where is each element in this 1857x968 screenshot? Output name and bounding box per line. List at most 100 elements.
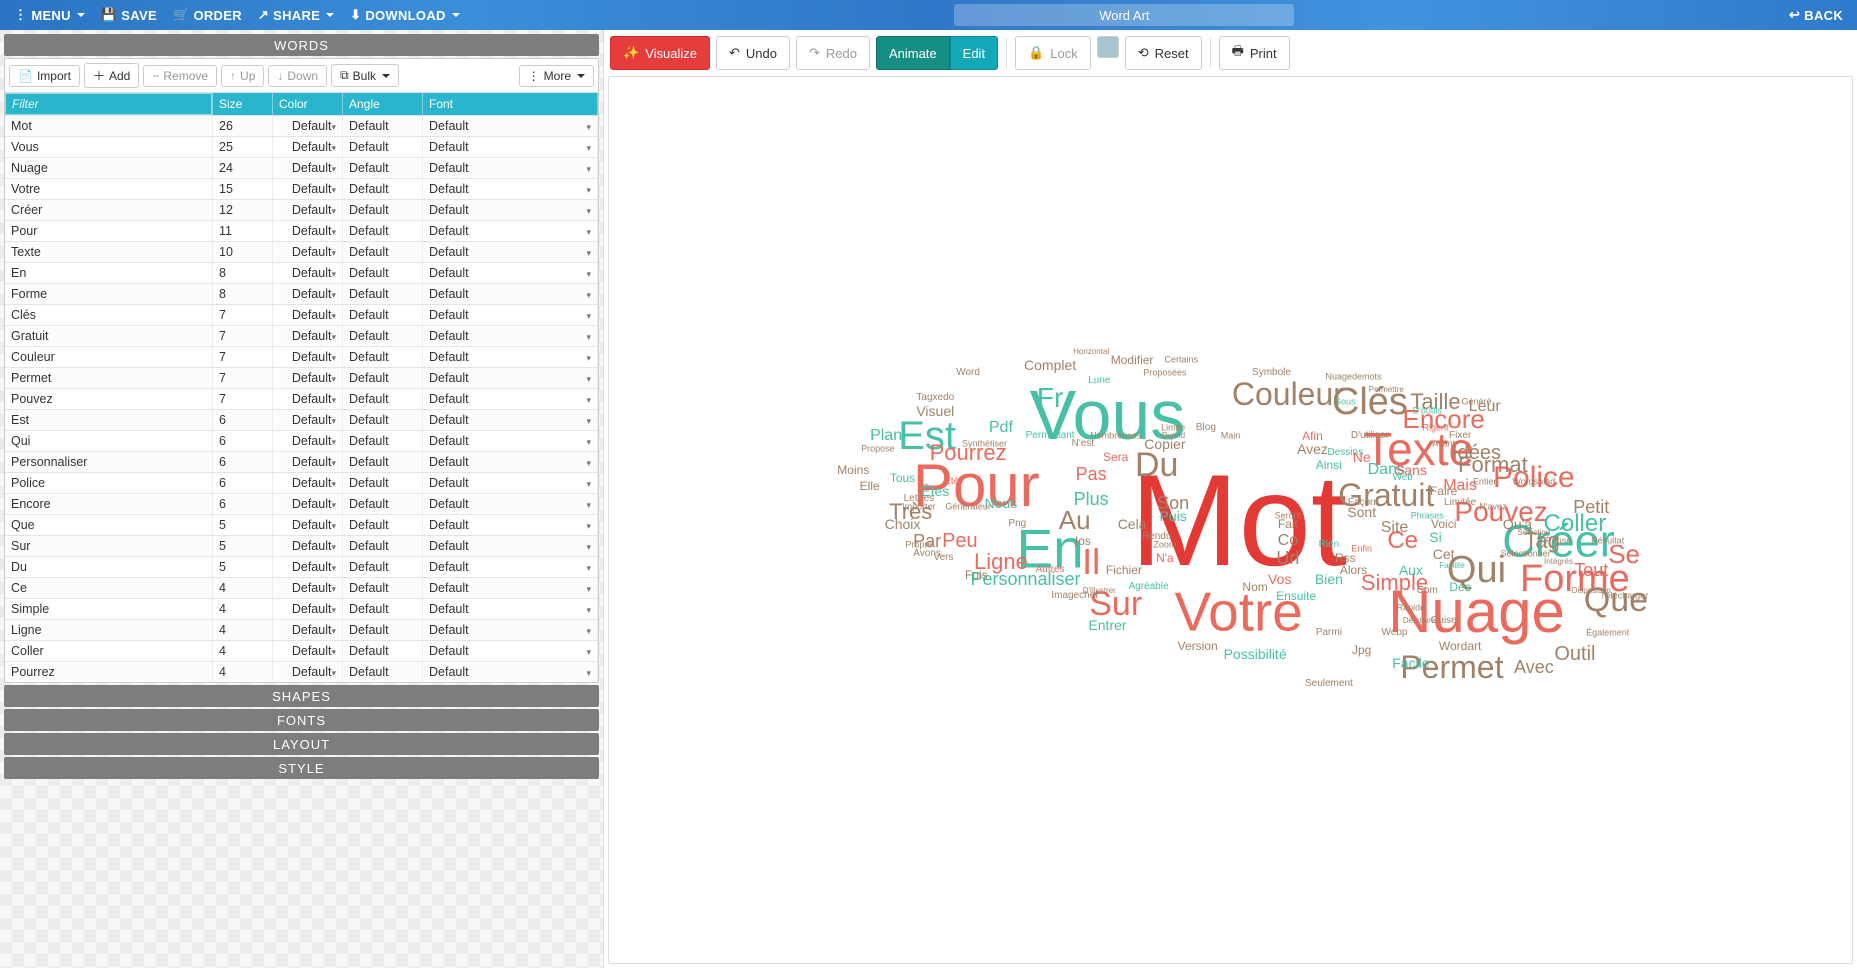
cloud-word[interactable]: Entrer [1088, 618, 1126, 632]
cell-angle[interactable]: Default [343, 599, 423, 619]
cloud-word[interactable]: D'illustrer [1083, 587, 1116, 595]
cell-word[interactable]: Est [5, 410, 213, 430]
cloud-word[interactable]: Afin [1302, 430, 1323, 442]
cloud-word[interactable]: Généré [1461, 398, 1491, 407]
cell-color[interactable]: Default [273, 284, 343, 304]
cell-color[interactable]: Default [273, 452, 343, 472]
cell-font[interactable]: Default [423, 473, 598, 493]
cell-size[interactable]: 4 [213, 662, 273, 682]
cloud-word[interactable]: Zoom [1153, 541, 1176, 550]
cloud-word[interactable]: Résultat [1591, 537, 1624, 546]
undo-button[interactable]: ↶Undo [716, 36, 790, 70]
table-row[interactable]: Simple4DefaultDefaultDefault [5, 598, 598, 619]
cell-color[interactable]: Default [273, 389, 343, 409]
lock-button[interactable]: 🔒Lock [1015, 36, 1091, 70]
cell-angle[interactable]: Default [343, 347, 423, 367]
chevron-down-icon[interactable] [586, 119, 591, 133]
cell-font[interactable]: Default [423, 158, 598, 178]
cell-color[interactable]: Default [273, 326, 343, 346]
table-row[interactable]: Pouvez7DefaultDefaultDefault [5, 388, 598, 409]
cell-angle[interactable]: Default [343, 179, 423, 199]
cell-word[interactable]: Gratuit [5, 326, 213, 346]
chevron-down-icon[interactable] [586, 518, 591, 532]
cell-font[interactable]: Default [423, 410, 598, 430]
cell-angle[interactable]: Default [343, 641, 423, 661]
cell-size[interactable]: 6 [213, 410, 273, 430]
cloud-word[interactable]: Avez [1297, 442, 1328, 456]
chevron-down-icon[interactable] [331, 602, 336, 616]
cloud-word[interactable]: Faire [1430, 485, 1457, 497]
cloud-word[interactable]: Entier [1473, 478, 1497, 487]
cloud-word[interactable]: Rapide [1397, 604, 1426, 613]
table-row[interactable]: Du5DefaultDefaultDefault [5, 556, 598, 577]
chevron-down-icon[interactable] [331, 392, 336, 406]
menu-button[interactable]: ⋮MENU [6, 4, 93, 26]
cloud-word[interactable]: Sera [1103, 451, 1128, 463]
cloud-word[interactable]: Pdf [989, 420, 1013, 436]
art-title-input[interactable] [954, 4, 1294, 26]
chevron-down-icon[interactable] [586, 644, 591, 658]
cell-color[interactable]: Default [273, 116, 343, 136]
cloud-word[interactable]: Dessins [1328, 448, 1364, 458]
cell-size[interactable]: 26 [213, 116, 273, 136]
cell-font[interactable]: Default [423, 179, 598, 199]
cloud-word[interactable]: Intégrés [1544, 558, 1573, 566]
cloud-word[interactable]: Plus [1074, 490, 1109, 508]
table-row[interactable]: Qui6DefaultDefaultDefault [5, 430, 598, 451]
cell-font[interactable]: Default [423, 116, 598, 136]
chevron-down-icon[interactable] [331, 455, 336, 469]
cloud-word[interactable]: Main [1221, 432, 1241, 441]
remove-button[interactable]: −Remove [143, 65, 217, 87]
down-button[interactable]: ↓Down [268, 65, 327, 87]
chevron-down-icon[interactable] [331, 119, 336, 133]
cell-color[interactable]: Default [273, 158, 343, 178]
col-font[interactable]: Font [423, 93, 598, 115]
cell-size[interactable]: 6 [213, 494, 273, 514]
cell-size[interactable]: 5 [213, 536, 273, 556]
chevron-down-icon[interactable] [586, 350, 591, 364]
cell-color[interactable]: Default [273, 368, 343, 388]
cell-angle[interactable]: Default [343, 515, 423, 535]
cloud-word[interactable]: Fois [965, 569, 988, 581]
redo-button[interactable]: ↷Redo [796, 36, 870, 70]
cell-word[interactable]: Vous [5, 137, 213, 157]
cell-font[interactable]: Default [423, 263, 598, 283]
cell-font[interactable]: Default [423, 242, 598, 262]
cloud-word[interactable]: N'est [1072, 439, 1094, 449]
chevron-down-icon[interactable] [586, 665, 591, 679]
table-row[interactable]: Couleur7DefaultDefaultDefault [5, 346, 598, 367]
cloud-word[interactable]: Permettant [1026, 431, 1075, 441]
cell-angle[interactable]: Default [343, 263, 423, 283]
cell-color[interactable]: Default [273, 515, 343, 535]
chevron-down-icon[interactable] [586, 476, 591, 490]
cloud-word[interactable]: Si [1429, 530, 1441, 544]
cloud-word[interactable]: N'a [1156, 552, 1174, 564]
cell-angle[interactable]: Default [343, 200, 423, 220]
cloud-word[interactable]: Seulement [1305, 679, 1353, 689]
table-row[interactable]: Pour11DefaultDefaultDefault [5, 220, 598, 241]
cloud-word[interactable]: Rigent [1422, 423, 1448, 432]
table-row[interactable]: Ce4DefaultDefaultDefault [5, 577, 598, 598]
cell-angle[interactable]: Default [343, 578, 423, 598]
cell-angle[interactable]: Default [343, 536, 423, 556]
cell-font[interactable]: Default [423, 368, 598, 388]
cloud-word[interactable]: Enfin [1351, 545, 1372, 554]
cell-size[interactable]: 10 [213, 242, 273, 262]
cloud-word[interactable]: Bien [1315, 572, 1343, 586]
cell-size[interactable]: 7 [213, 305, 273, 325]
chevron-down-icon[interactable] [586, 413, 591, 427]
chevron-down-icon[interactable] [331, 518, 336, 532]
cell-word[interactable]: Que [5, 515, 213, 535]
print-button[interactable]: 🖶Print [1219, 36, 1290, 70]
cloud-word[interactable]: Avec [1514, 658, 1554, 676]
cloud-word[interactable]: Moins [837, 464, 869, 476]
cell-font[interactable]: Default [423, 137, 598, 157]
chevron-down-icon[interactable] [331, 644, 336, 658]
cloud-word[interactable]: Disposition [1572, 587, 1611, 595]
cloud-word[interactable]: Il [1082, 544, 1100, 580]
cloud-word[interactable]: Jpg [1352, 644, 1371, 656]
chevron-down-icon[interactable] [586, 539, 591, 553]
cell-angle[interactable]: Default [343, 452, 423, 472]
table-row[interactable]: Encore6DefaultDefaultDefault [5, 493, 598, 514]
cloud-word[interactable]: Aux [1399, 563, 1423, 577]
